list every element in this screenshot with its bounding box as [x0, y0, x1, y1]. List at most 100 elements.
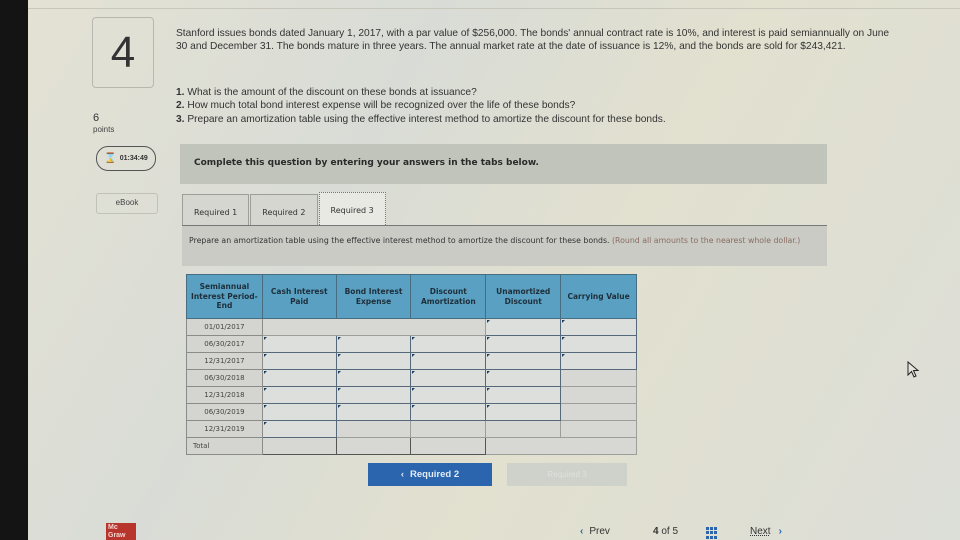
carrying-value-cell: [560, 403, 637, 421]
logo-line-2: Graw: [108, 531, 126, 539]
unamortized-discount-input[interactable]: [485, 352, 562, 370]
instruction-text: Complete this question by entering your …: [194, 158, 539, 168]
header-unamortized-discount: Unamortized Discount: [485, 274, 562, 319]
hourglass-icon: ⌛: [104, 153, 117, 164]
logo-line-1: Mc: [108, 524, 118, 531]
table-total-row: Total: [186, 437, 637, 455]
cash-interest-input[interactable]: [261, 352, 337, 370]
table-row: 06/30/2019: [186, 403, 637, 421]
unamortized-discount-input[interactable]: [485, 403, 562, 421]
mcgraw-hill-logo: Mc Graw: [106, 523, 136, 540]
discount-amortization-input[interactable]: [410, 335, 487, 353]
bond-interest-input[interactable]: [335, 335, 412, 353]
unamortized-discount-input[interactable]: [485, 335, 562, 353]
header-discount-amortization: Discount Amortization: [410, 274, 487, 319]
total-cash-interest[interactable]: [261, 437, 337, 455]
header-carrying-value: Carrying Value: [560, 274, 637, 319]
description-text: Prepare an amortization table using the …: [189, 236, 610, 245]
carrying-value-input[interactable]: [560, 318, 637, 336]
prev-label: Prev: [589, 526, 610, 537]
question-number: 4: [92, 17, 154, 88]
requirement-number: 3.: [176, 113, 185, 125]
carrying-value-input[interactable]: [560, 352, 637, 370]
unamortized-discount-cell: [485, 420, 562, 438]
unamortized-discount-input[interactable]: [485, 386, 562, 404]
next-question-button[interactable]: Next ›: [750, 526, 782, 537]
requirement-number: 1.: [176, 87, 185, 98]
requirement-item: 2. How much total bond interest expense …: [176, 99, 876, 112]
total-discount-amortization[interactable]: [410, 437, 487, 455]
period-cell: 06/30/2019: [186, 403, 263, 421]
ebook-button[interactable]: eBook: [96, 193, 158, 214]
chevron-left-icon: ‹: [400, 469, 405, 480]
requirement-item: 3. Prepare an amortization table using t…: [176, 113, 876, 126]
table-row: 06/30/2017: [186, 335, 637, 353]
period-cell: 12/31/2018: [186, 386, 263, 404]
chevron-right-icon: ›: [778, 526, 782, 537]
table-row: 06/30/2018: [186, 369, 637, 387]
tab-required-2[interactable]: Required 2: [250, 194, 318, 225]
bond-interest-input[interactable]: [335, 386, 412, 404]
tab-description: Prepare an amortization table using the …: [182, 226, 827, 266]
bond-interest-input[interactable]: [335, 403, 412, 421]
requirement-item: 1. What is the amount of the discount on…: [176, 86, 876, 99]
top-divider: [28, 8, 960, 9]
period-cell: 06/30/2017: [186, 335, 263, 353]
timer: ⌛ 01:34:49: [96, 146, 156, 171]
current-page: 4: [653, 526, 659, 537]
requirement-text: How much total bond interest expense wil…: [187, 100, 576, 112]
grid-view-icon[interactable]: [706, 527, 718, 539]
prev-required-button[interactable]: ‹ Required 2: [368, 463, 492, 486]
cash-interest-input[interactable]: [261, 335, 337, 353]
requirements-list: 1. What is the amount of the discount on…: [176, 86, 876, 126]
bond-interest-input[interactable]: [335, 352, 412, 370]
total-bond-interest[interactable]: [335, 437, 412, 455]
empty-cell: [261, 318, 487, 336]
cash-interest-input[interactable]: [261, 403, 337, 421]
table-row: 12/31/2019: [186, 420, 637, 438]
requirement-tabs: Required 1 Required 2 Required 3: [182, 192, 387, 226]
unamortized-discount-input[interactable]: [485, 318, 562, 336]
page-indicator: 4 of 5: [653, 526, 678, 537]
mouse-cursor-icon: [907, 361, 920, 378]
cash-interest-input[interactable]: [261, 420, 337, 438]
next-required-label: Required 3: [547, 470, 587, 479]
header-bond-interest: Bond Interest Expense: [335, 274, 412, 319]
discount-amortization-input[interactable]: [410, 403, 487, 421]
table-row: 01/01/2017: [186, 318, 637, 336]
table-header-row: Semiannual Interest Period-End Cash Inte…: [186, 274, 637, 319]
carrying-value-cell: [560, 386, 637, 404]
tab-required-3[interactable]: Required 3: [318, 192, 386, 225]
instruction-bar: Complete this question by entering your …: [180, 144, 827, 184]
total-pages: 5: [672, 526, 679, 537]
chevron-left-icon: ‹: [580, 526, 584, 537]
timer-value: 01:34:49: [119, 155, 148, 162]
next-label: Next: [750, 526, 771, 537]
unamortized-discount-input[interactable]: [485, 369, 562, 387]
requirement-text: Prepare an amortization table using the …: [187, 113, 666, 125]
period-cell: 12/31/2019: [186, 420, 263, 438]
prev-question-button[interactable]: ‹ Prev: [580, 526, 610, 537]
discount-amortization-input[interactable]: [410, 369, 487, 387]
prev-required-label: Required 2: [410, 469, 460, 480]
carrying-value-input[interactable]: [560, 335, 637, 353]
empty-cell: [485, 437, 637, 455]
requirement-number: 2.: [176, 100, 185, 112]
points-label: points: [93, 125, 115, 134]
problem-text: Stanford issues bonds dated January 1, 2…: [176, 28, 890, 53]
header-period: Semiannual Interest Period-End: [186, 274, 263, 319]
points-value: 6: [93, 112, 100, 124]
requirement-text: What is the amount of the discount on th…: [187, 87, 477, 98]
cash-interest-input[interactable]: [261, 369, 337, 387]
discount-amortization-cell: [410, 420, 487, 438]
table-row: 12/31/2018: [186, 386, 637, 404]
amortization-table: Semiannual Interest Period-End Cash Inte…: [186, 274, 637, 455]
header-cash-interest: Cash Interest Paid: [261, 274, 337, 319]
bond-interest-input[interactable]: [335, 369, 412, 387]
discount-amortization-input[interactable]: [410, 386, 487, 404]
total-label: Total: [186, 437, 263, 455]
cash-interest-input[interactable]: [261, 386, 337, 404]
tab-required-1[interactable]: Required 1: [182, 194, 250, 225]
rounding-note: (Round all amounts to the nearest whole …: [612, 236, 801, 245]
discount-amortization-input[interactable]: [410, 352, 487, 370]
